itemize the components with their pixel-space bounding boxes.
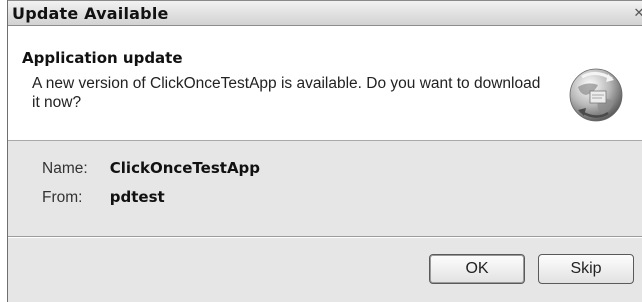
divider — [8, 236, 642, 238]
update-dialog: Update Available ✕ Application update A … — [7, 0, 642, 302]
globe-update-icon — [569, 68, 623, 122]
close-icon[interactable]: ✕ — [633, 7, 642, 21]
update-message: A new version of ClickOnceTestApp is ava… — [32, 75, 541, 111]
header-panel: Application update A new version of Clic… — [8, 26, 642, 141]
skip-button[interactable]: Skip — [538, 254, 634, 284]
dialog-title: Update Available — [12, 4, 169, 23]
from-row: From: pdtest — [42, 188, 165, 207]
details-section: Name: ClickOnceTestApp From: pdtest — [8, 141, 642, 231]
title-bar[interactable]: Update Available ✕ — [8, 0, 642, 26]
ok-button[interactable]: OK — [429, 254, 525, 284]
from-label: From: — [42, 189, 83, 206]
from-value: pdtest — [109, 188, 165, 206]
name-label: Name: — [42, 160, 88, 177]
header-title: Application update — [22, 49, 183, 67]
name-value: ClickOnceTestApp — [109, 159, 261, 177]
name-row: Name: ClickOnceTestApp — [42, 159, 260, 178]
